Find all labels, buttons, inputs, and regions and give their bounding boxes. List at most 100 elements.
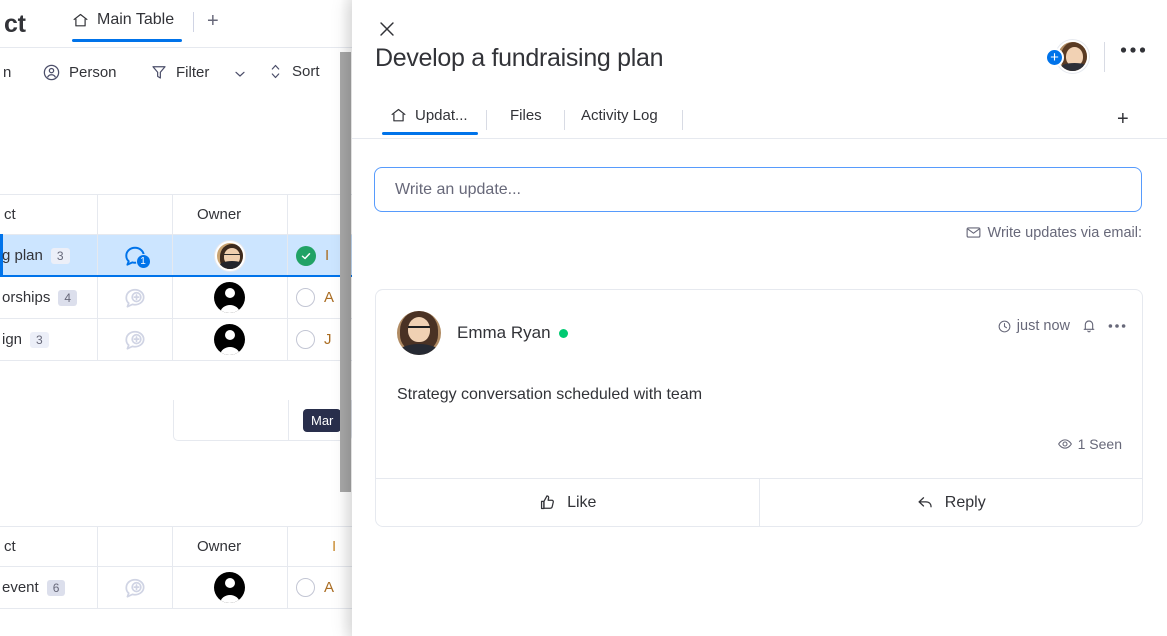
board-toolbar: n Person Filter Sort	[0, 48, 352, 98]
avatar[interactable]	[215, 241, 245, 271]
board-table-group-two: ct Owner I event 6	[0, 526, 352, 609]
add-board-tab-button[interactable]: +	[207, 10, 219, 32]
column-header-name: ct	[4, 538, 16, 555]
chat-unread-count: 1	[136, 254, 151, 269]
avatar[interactable]	[397, 311, 441, 355]
chat-add-icon[interactable]	[122, 327, 148, 353]
row-owner-cell[interactable]	[172, 277, 287, 318]
row-name-cell[interactable]: ign 3	[2, 331, 49, 348]
bell-icon[interactable]	[1081, 318, 1097, 334]
board-title: ct	[4, 10, 26, 39]
row-owner-cell[interactable]	[172, 235, 287, 276]
write-updates-via-email-link[interactable]: Write updates via email:	[910, 224, 1142, 241]
home-icon	[390, 107, 407, 124]
toolbar-left-fragment: n	[3, 64, 11, 81]
status-text: A	[324, 289, 334, 306]
update-seen-count: 1 Seen	[1057, 436, 1122, 452]
column-header-status: I	[332, 538, 336, 555]
status-empty-icon	[296, 288, 315, 307]
update-body-text: Strategy conversation scheduled with tea…	[397, 386, 702, 404]
person-icon	[42, 63, 61, 82]
column-divider	[172, 195, 173, 234]
table-header-row: ct Owner I	[0, 526, 352, 567]
tab-active-underline	[382, 132, 478, 135]
row-chat-cell[interactable]	[97, 567, 172, 608]
column-divider	[287, 195, 288, 234]
item-detail-panel: Develop a fundraising plan + Updat... Fi…	[352, 0, 1167, 636]
toolbar-filter-button[interactable]: Filter	[150, 63, 209, 81]
header-divider	[1104, 42, 1105, 72]
board-tab-strip: ct Main Table +	[0, 0, 352, 48]
group-summary-block: Mar	[173, 400, 352, 441]
row-name-cell[interactable]: event 6	[2, 579, 65, 596]
column-divider	[287, 527, 288, 566]
subitem-count-badge: 6	[47, 580, 66, 596]
toolbar-person-button[interactable]: Person	[42, 63, 117, 82]
chat-add-icon[interactable]	[122, 285, 148, 311]
more-horizontal-icon[interactable]	[1108, 323, 1126, 329]
tab-activity-log[interactable]: Activity Log	[581, 107, 658, 134]
reply-button[interactable]: Reply	[759, 479, 1143, 526]
table-row[interactable]: orships 4 A	[0, 277, 352, 319]
avatar[interactable]	[214, 572, 245, 603]
status-text: I	[325, 247, 329, 264]
clock-icon	[997, 319, 1012, 334]
chat-add-icon[interactable]	[122, 575, 148, 601]
chat-bubble-icon[interactable]: 1	[122, 243, 148, 269]
like-label: Like	[567, 494, 596, 512]
tab-separator	[564, 110, 565, 130]
reply-icon	[916, 493, 935, 512]
eye-icon	[1057, 436, 1073, 452]
tab-updates[interactable]: Updat...	[390, 107, 468, 134]
row-chat-cell[interactable]: 1	[97, 235, 172, 276]
board-tab-divider	[193, 12, 194, 32]
avatar[interactable]	[214, 324, 245, 355]
row-owner-cell[interactable]	[172, 319, 287, 360]
table-header-row: ct Owner	[0, 194, 352, 235]
write-updates-via-email-label: Write updates via email:	[988, 225, 1142, 241]
row-owner-cell[interactable]	[172, 567, 287, 608]
sort-icon	[267, 63, 284, 80]
thumbs-up-icon	[538, 493, 557, 512]
more-horizontal-icon[interactable]	[1120, 46, 1146, 54]
subitem-count-badge: 3	[51, 248, 70, 264]
app-root: ct Main Table + n Person	[0, 0, 1167, 636]
board-table-group-one: ct Owner g plan 3 1	[0, 194, 352, 361]
update-author-name: Emma Ryan	[457, 323, 551, 343]
close-icon[interactable]	[376, 18, 398, 40]
update-seen-label: 1 Seen	[1078, 436, 1122, 452]
tab-files[interactable]: Files	[510, 107, 542, 134]
row-name-cell[interactable]: orships 4	[2, 289, 77, 306]
tab-separator	[682, 110, 683, 130]
column-header-owner: Owner	[197, 538, 241, 555]
update-timestamp: just now	[1017, 318, 1070, 334]
date-tooltip: Mar	[303, 409, 341, 432]
like-button[interactable]: Like	[376, 479, 759, 526]
panel-people[interactable]: +	[1045, 40, 1089, 74]
filter-icon	[150, 63, 168, 81]
board-tab-main-table[interactable]: Main Table	[72, 11, 174, 39]
toolbar-sort-label: Sort	[292, 63, 320, 80]
column-divider	[288, 400, 289, 440]
add-tab-button[interactable]: +	[1117, 109, 1129, 129]
table-row[interactable]: g plan 3 1	[0, 235, 352, 277]
row-chat-cell[interactable]	[97, 319, 172, 360]
add-person-icon[interactable]: +	[1045, 48, 1064, 67]
panel-tab-bar: Updat... Files Activity Log +	[352, 100, 1167, 139]
update-meta: just now	[997, 318, 1126, 334]
chevron-down-icon[interactable]	[232, 66, 248, 82]
home-icon	[72, 12, 89, 29]
avatar[interactable]	[214, 282, 245, 313]
toolbar-sort-button[interactable]: Sort	[267, 63, 320, 80]
status-text: A	[324, 579, 334, 596]
update-composer[interactable]: Write an update...	[374, 167, 1142, 212]
row-name-cell[interactable]: g plan 3	[2, 247, 70, 264]
column-header-owner: Owner	[197, 206, 241, 223]
toolbar-person-label: Person	[69, 64, 117, 81]
status-done-icon	[296, 246, 316, 266]
row-chat-cell[interactable]	[97, 277, 172, 318]
table-row[interactable]: ign 3 J	[0, 319, 352, 361]
table-row[interactable]: event 6 A	[0, 567, 352, 609]
reply-label: Reply	[945, 494, 986, 512]
update-actions: Like Reply	[376, 478, 1142, 526]
